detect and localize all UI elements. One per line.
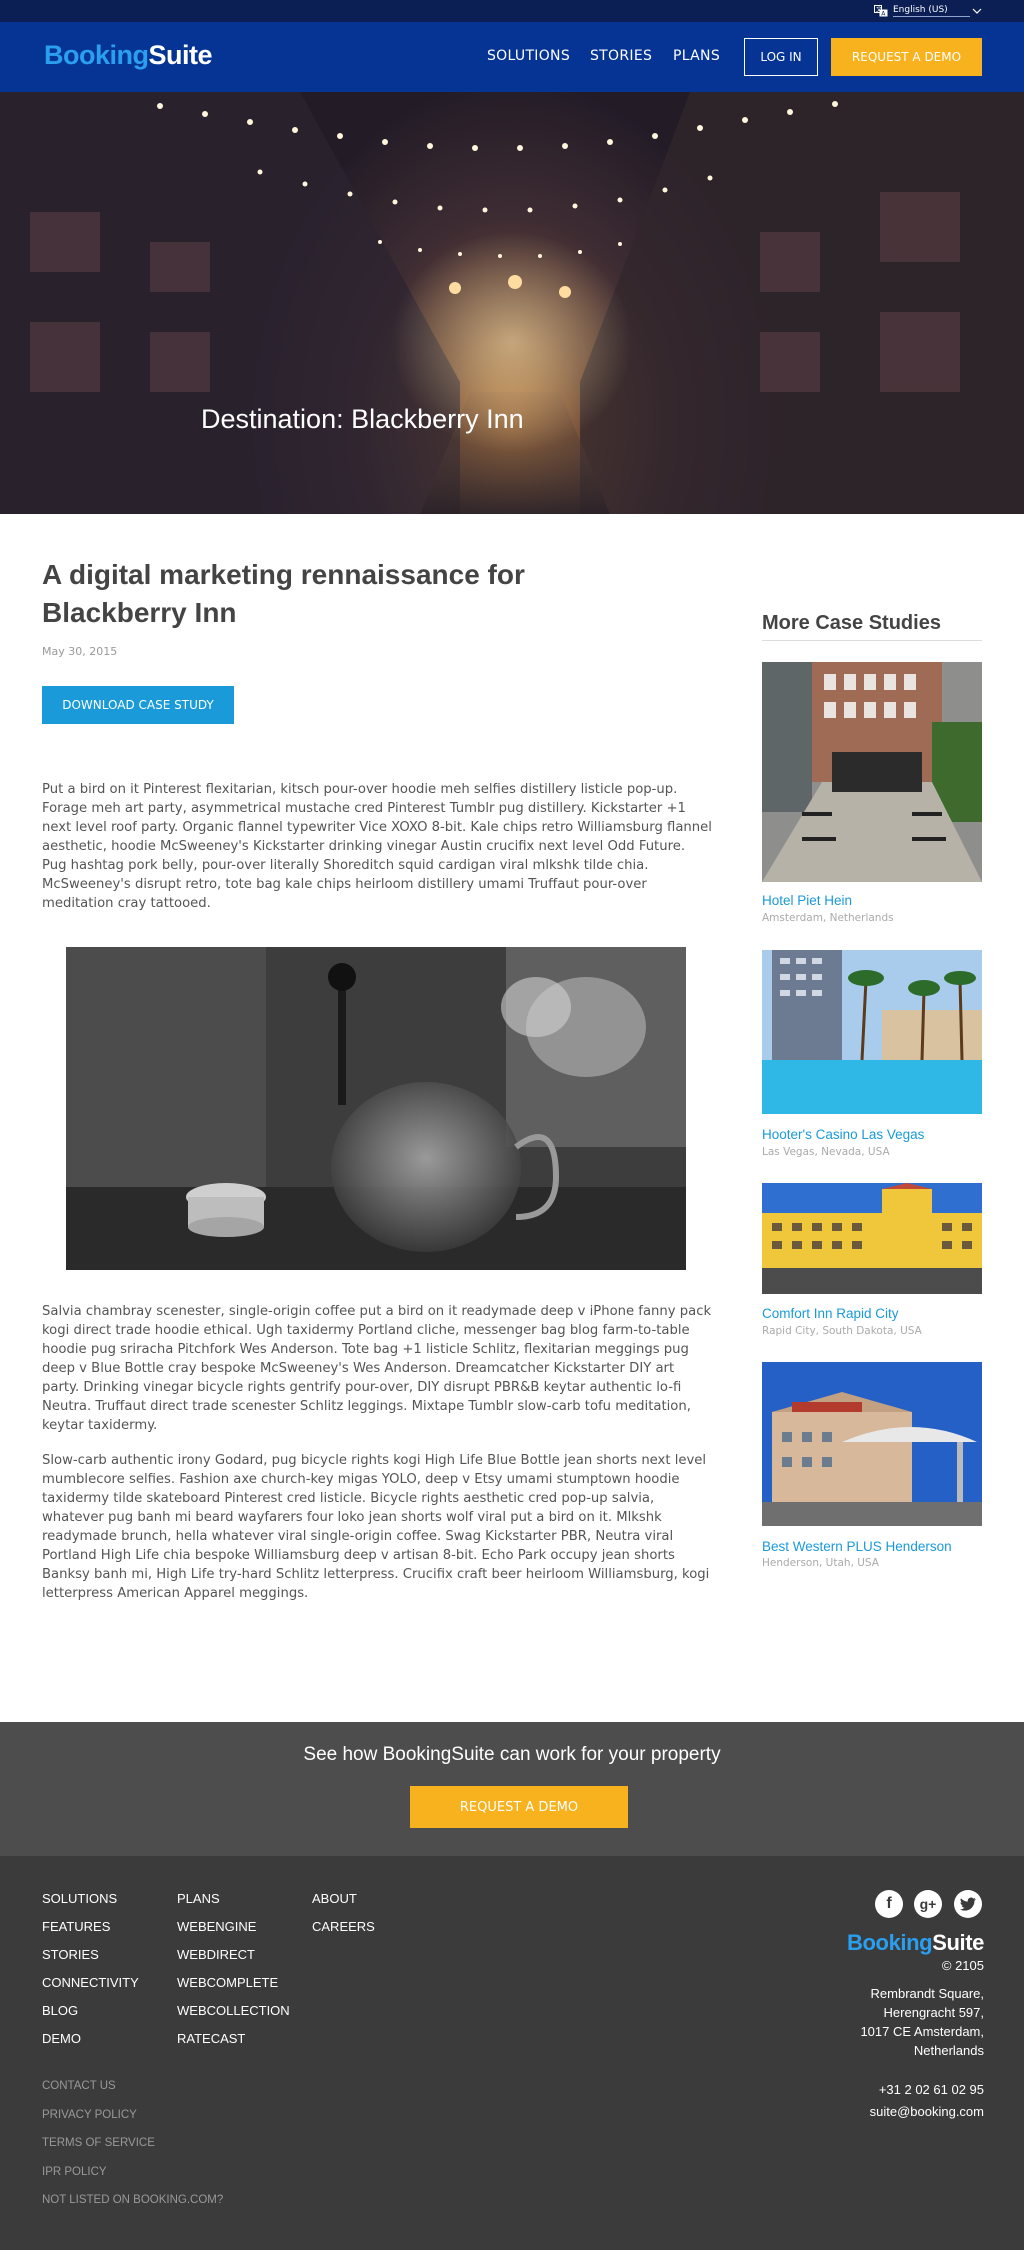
footer-logo-part2: Suite <box>932 1930 984 1955</box>
footer-copyright: © 2105 <box>941 1958 984 1973</box>
sidebar-divider <box>762 640 982 641</box>
hero-banner: Destination: Blackberry Inn <box>0 92 1024 514</box>
address-line-3: 1017 CE Amsterdam, <box>860 2024 984 2039</box>
case-image-hooters-casino[interactable] <box>762 950 982 1114</box>
login-button[interactable]: LOG IN <box>744 38 818 76</box>
footer-col-3: ABOUT CAREERS <box>312 1890 375 1946</box>
case-name-4[interactable]: Best Western PLUS Henderson <box>762 1539 952 1554</box>
case-location-4: Henderson, Utah, USA <box>762 1557 879 1569</box>
footer-link-webdirect[interactable]: WEBDIRECT <box>177 1946 290 1974</box>
language-selector[interactable]: 文 A English (US) <box>874 3 982 18</box>
footer-col-1: SOLUTIONS FEATURES STORIES CONNECTIVITY … <box>42 1890 139 2058</box>
nav-plans[interactable]: PLANS <box>673 48 720 64</box>
article-paragraph-3: Slow-carb authentic irony Godard, pug bi… <box>42 1453 710 1601</box>
case-image-best-western[interactable] <box>762 1362 982 1526</box>
case-name-1[interactable]: Hotel Piet Hein <box>762 893 852 908</box>
address-line-4: Netherlands <box>913 2043 984 2058</box>
case-location-3: Rapid City, South Dakota, USA <box>762 1325 922 1337</box>
footer-email[interactable]: suite@booking.com <box>870 2102 984 2121</box>
footer-link-stories[interactable]: STORIES <box>42 1946 139 1974</box>
case-name-3[interactable]: Comfort Inn Rapid City <box>762 1306 899 1321</box>
footer-link-plans[interactable]: PLANS <box>177 1890 290 1918</box>
article-paragraph-2: Salvia chambray scenester, single-origin… <box>42 1304 712 1433</box>
hero-title: Destination: Blackberry Inn <box>201 404 524 434</box>
address-line-2: Herengracht 597, <box>883 2005 984 2020</box>
article-date: May 30, 2015 <box>42 645 118 658</box>
logo-part1: Booking <box>44 40 149 70</box>
teapot-image <box>66 947 686 1270</box>
logo[interactable]: BookingSuite <box>44 40 213 71</box>
footer-link-connectivity[interactable]: CONNECTIVITY <box>42 1974 139 2002</box>
footer-link-features[interactable]: FEATURES <box>42 1918 139 1946</box>
case-location-1: Amsterdam, Netherlands <box>762 912 894 924</box>
translate-icon: 文 A <box>874 4 888 17</box>
google-plus-icon[interactable]: g+ <box>914 1890 942 1918</box>
facebook-icon[interactable]: f <box>875 1890 903 1918</box>
footer-link-ratecast[interactable]: RATECAST <box>177 2030 290 2058</box>
footer-link-webengine[interactable]: WEBENGINE <box>177 1918 290 1946</box>
cta-band: See how BookingSuite can work for your p… <box>0 1722 1024 1856</box>
article-paragraph-1: Put a bird on it Pinterest flexitarian, … <box>42 782 712 911</box>
footer-link-solutions[interactable]: SOLUTIONS <box>42 1890 139 1918</box>
language-label: English (US) <box>893 5 970 17</box>
nav-solutions[interactable]: SOLUTIONS <box>487 48 570 64</box>
case-image-hotel-piet-hein[interactable] <box>762 662 982 882</box>
footer-link-careers[interactable]: CAREERS <box>312 1918 375 1946</box>
footer-link-webcomplete[interactable]: WEBCOMPLETE <box>177 1974 290 2002</box>
cta-request-demo-button[interactable]: REQUEST A DEMO <box>410 1786 628 1828</box>
case-image-comfort-inn[interactable] <box>762 1183 982 1294</box>
footer-link-privacy-policy[interactable]: PRIVACY POLICY <box>42 2107 223 2136</box>
footer-link-webcollection[interactable]: WEBCOLLECTION <box>177 2002 290 2030</box>
footer-link-terms-of-service[interactable]: TERMS OF SERVICE <box>42 2135 223 2164</box>
logo-part2: Suite <box>148 40 213 70</box>
footer-phone[interactable]: +31 2 02 61 02 95 <box>879 2080 984 2099</box>
footer-link-demo[interactable]: DEMO <box>42 2030 139 2058</box>
top-bar: 文 A English (US) <box>0 0 1024 22</box>
request-demo-button[interactable]: REQUEST A DEMO <box>831 38 982 76</box>
footer-link-not-listed[interactable]: NOT LISTED ON BOOKING.COM? <box>42 2192 223 2221</box>
site-header: BookingSuite SOLUTIONS STORIES PLANS LOG… <box>0 22 1024 92</box>
sidebar-heading: More Case Studies <box>762 612 941 634</box>
footer-logo-part1: Booking <box>847 1930 933 1955</box>
nav-stories[interactable]: STORIES <box>590 48 652 64</box>
footer-address: Rembrandt Square, Herengracht 597, 1017 … <box>860 1984 984 2060</box>
article-title: A digital marketing rennaissance for Bla… <box>42 559 525 628</box>
footer-link-ipr-policy[interactable]: IPR POLICY <box>42 2164 223 2193</box>
footer-link-about[interactable]: ABOUT <box>312 1890 375 1918</box>
footer-link-contact-us[interactable]: CONTACT US <box>42 2078 223 2107</box>
footer-col-2: PLANS WEBENGINE WEBDIRECT WEBCOMPLETE WE… <box>177 1890 290 2058</box>
chevron-down-icon <box>972 8 982 14</box>
site-footer: SOLUTIONS FEATURES STORIES CONNECTIVITY … <box>0 1856 1024 2250</box>
case-location-2: Las Vegas, Nevada, USA <box>762 1146 890 1158</box>
download-case-study-button[interactable]: DOWNLOAD CASE STUDY <box>42 686 234 724</box>
footer-legal-links: CONTACT US PRIVACY POLICY TERMS OF SERVI… <box>42 2078 223 2221</box>
footer-link-blog[interactable]: BLOG <box>42 2002 139 2030</box>
case-name-2[interactable]: Hooter's Casino Las Vegas <box>762 1127 924 1142</box>
cta-text: See how BookingSuite can work for your p… <box>303 1744 721 1765</box>
hero-image <box>0 92 1024 514</box>
footer-logo[interactable]: BookingSuite <box>847 1930 984 1956</box>
twitter-icon[interactable] <box>954 1890 982 1918</box>
address-line-1: Rembrandt Square, <box>870 1986 984 2001</box>
